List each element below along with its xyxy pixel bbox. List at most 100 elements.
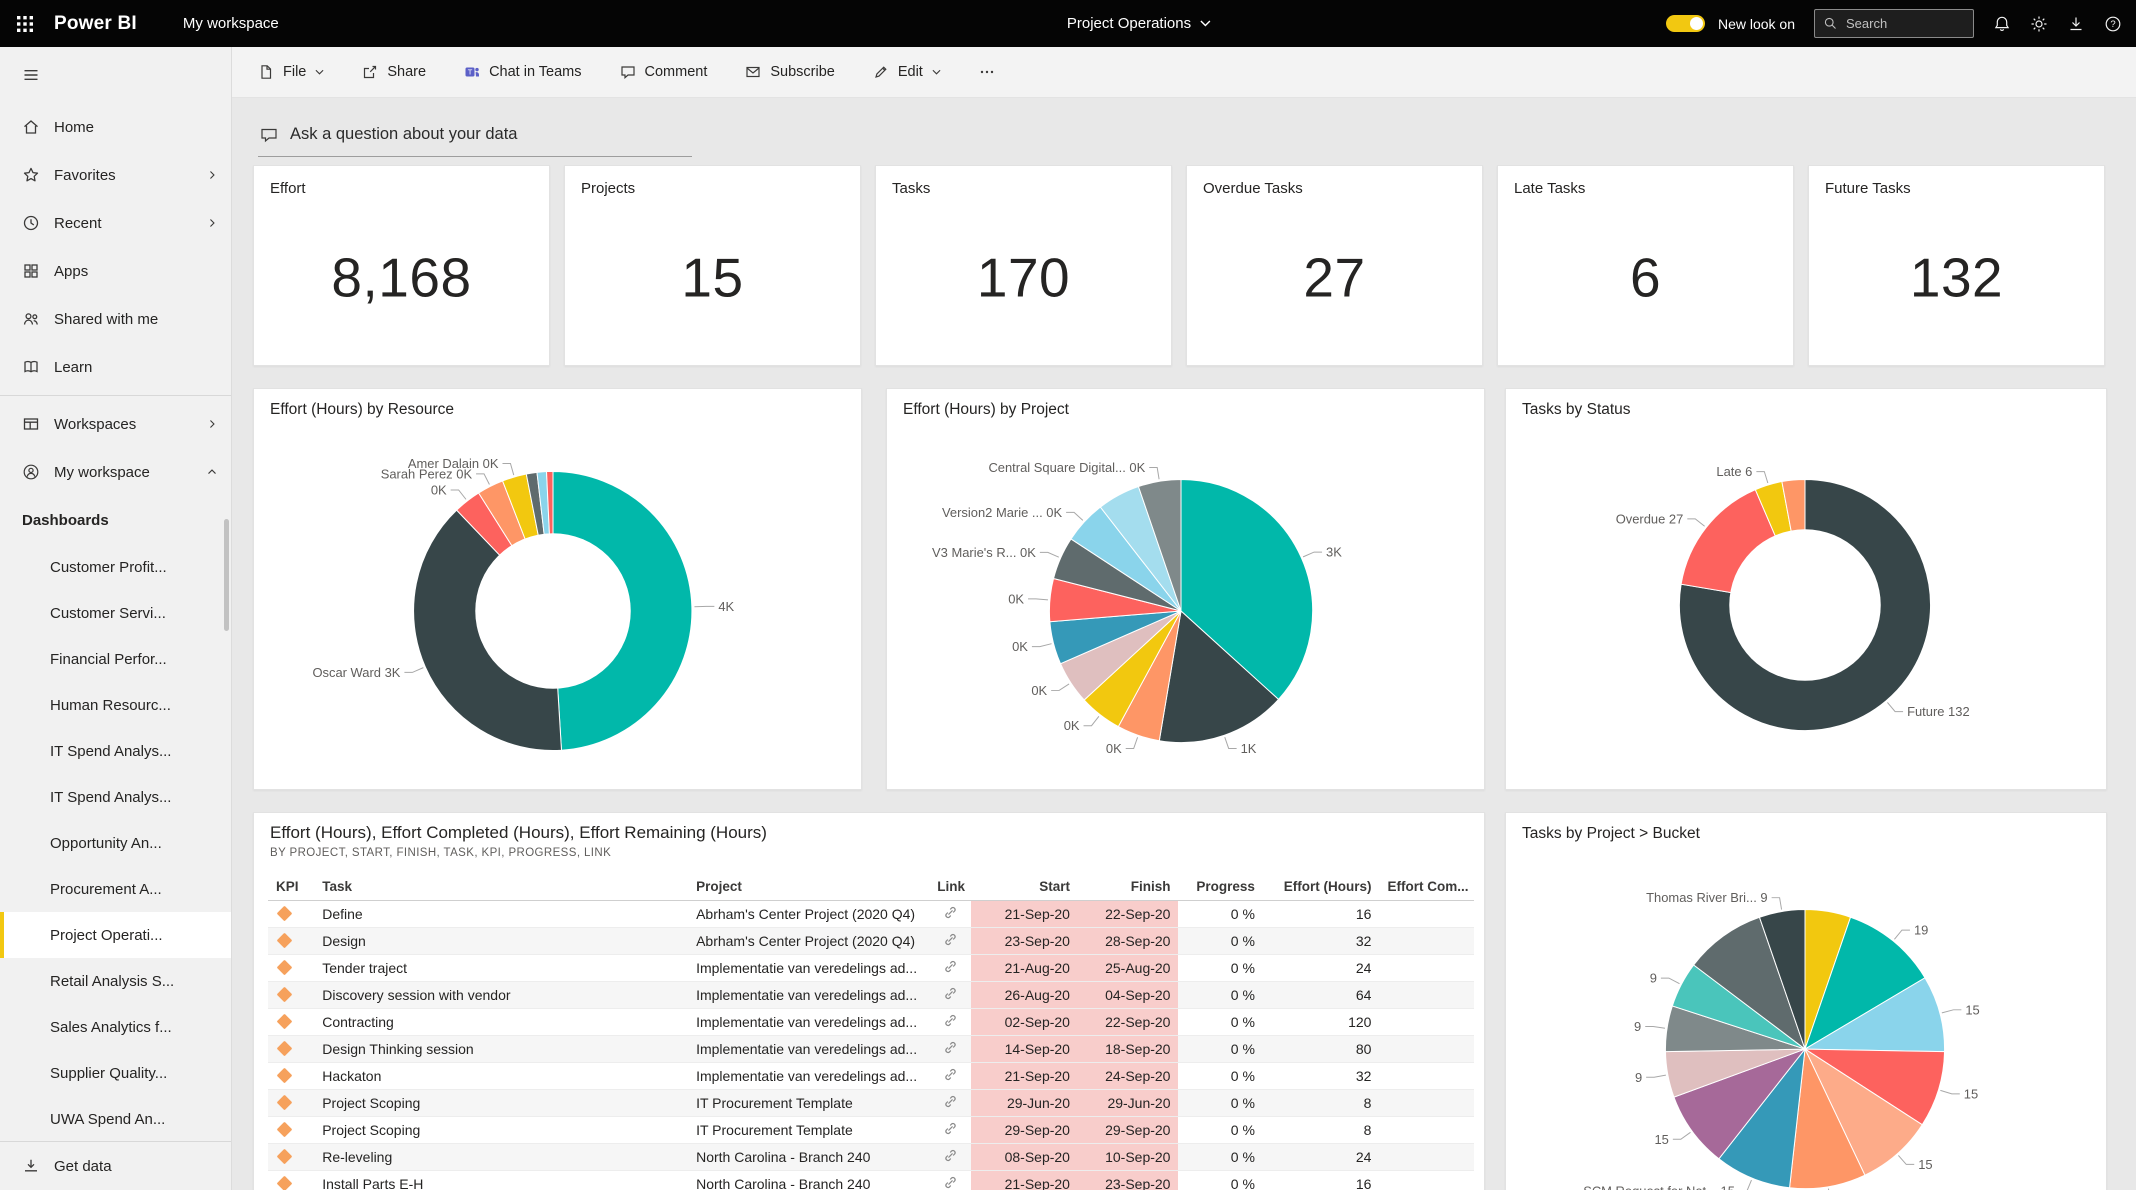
sidebar-dashboard-customer-servi[interactable]: Customer Servi...: [0, 590, 231, 636]
column-header-effort-hours[interactable]: Effort (Hours): [1263, 873, 1380, 901]
sidebar-dashboard-procurement-a[interactable]: Procurement A...: [0, 866, 231, 912]
help-icon[interactable]: ?: [2104, 15, 2122, 33]
report-title-dropdown[interactable]: Project Operations: [1067, 15, 1211, 32]
sidebar-item-favorites[interactable]: Favorites: [0, 151, 231, 199]
table-row[interactable]: Design Thinking sessionImplementatie van…: [268, 1036, 1474, 1063]
table-row[interactable]: Install Parts E-HNorth Carolina - Branch…: [268, 1171, 1474, 1190]
table-row[interactable]: DefineAbrham's Center Project (2020 Q4)2…: [268, 901, 1474, 928]
sidebar-dashboard-human-resourc[interactable]: Human Resourc...: [0, 682, 231, 728]
column-header-project[interactable]: Project: [688, 873, 929, 901]
app-title[interactable]: Power BI: [54, 13, 137, 35]
tile-effort-by-resource[interactable]: Effort (Hours) by Resource 4KOscar Ward …: [253, 388, 862, 790]
app-launcher-icon[interactable]: [0, 0, 50, 47]
dashboard-label: Opportunity An...: [50, 835, 162, 852]
table-row[interactable]: Project ScopingIT Procurement Template29…: [268, 1090, 1474, 1117]
pie-data-label: 19: [1914, 923, 1928, 938]
tile-effort-table[interactable]: Effort (Hours), Effort Completed (Hours)…: [253, 812, 1485, 1190]
book-icon: [22, 358, 40, 376]
column-header-finish[interactable]: Finish: [1078, 873, 1179, 901]
kpi-card-overdue-tasks[interactable]: Overdue Tasks27: [1186, 165, 1483, 366]
chevron-right-icon: [205, 216, 219, 230]
sidebar-item-my-workspace[interactable]: My workspace: [0, 448, 231, 496]
notifications-icon[interactable]: [1993, 15, 2011, 33]
sidebar-dashboard-customer-profit[interactable]: Customer Profit...: [0, 544, 231, 590]
sidebar-dashboard-financial-perfor[interactable]: Financial Perfor...: [0, 636, 231, 682]
cell-progress: 0 %: [1178, 1171, 1262, 1190]
column-header-link[interactable]: Link: [929, 873, 971, 901]
kpi-diamond-icon: [277, 933, 293, 949]
sidebar-dashboard-opportunity-an[interactable]: Opportunity An...: [0, 820, 231, 866]
chat-in-teams-button[interactable]: T Chat in Teams: [464, 64, 581, 80]
table-row[interactable]: Tender trajectImplementatie van veredeli…: [268, 955, 1474, 982]
sidebar-dashboard-supplier-quality[interactable]: Supplier Quality...: [0, 1050, 231, 1096]
kpi-card-late-tasks[interactable]: Late Tasks6: [1497, 165, 1794, 366]
sidebar-dashboard-retail-analysis-s[interactable]: Retail Analysis S...: [0, 958, 231, 1004]
search-input[interactable]: Search: [1814, 9, 1974, 38]
table-row[interactable]: Re-levelingNorth Carolina - Branch 24008…: [268, 1144, 1474, 1171]
chevron-down-icon: [315, 69, 324, 75]
download-icon[interactable]: [2067, 15, 2085, 33]
qna-input[interactable]: Ask a question about your data: [258, 119, 692, 157]
sidebar-item-recent[interactable]: Recent: [0, 199, 231, 247]
kpi-diamond-icon: [277, 906, 293, 922]
column-header-progress[interactable]: Progress: [1178, 873, 1262, 901]
new-look-toggle[interactable]: [1666, 15, 1705, 32]
label-leader-line: [404, 668, 423, 673]
workspace-name[interactable]: My workspace: [183, 15, 279, 32]
tile-effort-by-project[interactable]: Effort (Hours) by Project 3K1K0K0K0K0K0K…: [886, 388, 1485, 790]
column-header-effort-com[interactable]: Effort Com...: [1379, 873, 1474, 901]
share-button[interactable]: Share: [362, 64, 426, 80]
action-bar: File Share T Chat in Teams Comment Subsc…: [232, 47, 2136, 98]
dashboard-label: IT Spend Analys...: [50, 789, 171, 806]
cell-link: [929, 1171, 971, 1190]
sidebar-dashboard-uwa-spend-an[interactable]: UWA Spend An...: [0, 1096, 231, 1142]
tile-tasks-by-project-bucket[interactable]: Tasks by Project > Bucket 1915151515SCM …: [1505, 812, 2107, 1190]
file-menu[interactable]: File: [258, 64, 324, 80]
avatar-icon: [22, 463, 40, 481]
sidebar-dashboard-project-operati[interactable]: Project Operati...: [0, 912, 231, 958]
cell-project: IT Procurement Template: [688, 1117, 929, 1144]
sidebar-item-workspaces[interactable]: Workspaces: [0, 400, 231, 448]
table-row[interactable]: Project ScopingIT Procurement Template29…: [268, 1117, 1474, 1144]
sidebar-item-get-data[interactable]: Get data: [0, 1141, 231, 1190]
kpi-card-effort[interactable]: Effort8,168: [253, 165, 550, 366]
table-subtitle: BY PROJECT, START, FINISH, TASK, KPI, PR…: [270, 847, 611, 859]
sidebar-item-apps[interactable]: Apps: [0, 247, 231, 295]
sidebar-dashboard-it-spend-analys[interactable]: IT Spend Analys...: [0, 728, 231, 774]
kpi-card-projects[interactable]: Projects15: [564, 165, 861, 366]
sidebar-item-home[interactable]: Home: [0, 103, 231, 151]
column-header-kpi[interactable]: KPI: [268, 873, 314, 901]
pie-data-label: 15: [1964, 1086, 1978, 1101]
column-header-task[interactable]: Task: [314, 873, 688, 901]
nav-collapse-button[interactable]: [0, 47, 231, 103]
cell-effort-hours: 32: [1263, 1063, 1380, 1090]
subscribe-button[interactable]: Subscribe: [745, 64, 834, 80]
column-header-start[interactable]: Start: [971, 873, 1078, 901]
kpi-card-tasks[interactable]: Tasks170: [875, 165, 1172, 366]
table-row[interactable]: ContractingImplementatie van veredelings…: [268, 1009, 1474, 1036]
sidebar-dashboard-it-spend-analys[interactable]: IT Spend Analys...: [0, 774, 231, 820]
cell-start: 21-Sep-20: [971, 901, 1078, 928]
edit-button[interactable]: Edit: [873, 64, 941, 80]
label-leader-line: [1898, 1155, 1914, 1164]
table-row[interactable]: HackatonImplementatie van veredelings ad…: [268, 1063, 1474, 1090]
dashboards-list: Customer Profit...Customer Servi...Finan…: [0, 544, 231, 1142]
sidebar-item-shared-with-me[interactable]: Shared with me: [0, 295, 231, 343]
sidebar-scrollbar[interactable]: [224, 519, 229, 631]
more-options-button[interactable]: [979, 64, 995, 80]
cell-finish: 29-Sep-20: [1078, 1117, 1179, 1144]
cell-progress: 0 %: [1178, 1117, 1262, 1144]
comment-label: Comment: [645, 64, 708, 80]
settings-icon[interactable]: [2030, 15, 2048, 33]
kpi-card-future-tasks[interactable]: Future Tasks132: [1808, 165, 2105, 366]
sidebar-item-label: Workspaces: [54, 416, 136, 433]
comment-button[interactable]: Comment: [620, 64, 708, 80]
kpi-diamond-icon: [277, 1095, 293, 1111]
sidebar-dashboard-sales-analytics-f[interactable]: Sales Analytics f...: [0, 1004, 231, 1050]
sidebar-item-learn[interactable]: Learn: [0, 343, 231, 391]
cell-kpi: [268, 1090, 314, 1117]
table-row[interactable]: Discovery session with vendorImplementat…: [268, 982, 1474, 1009]
kpi-value: 6: [1498, 245, 1793, 309]
tile-tasks-by-status[interactable]: Tasks by Status Future 132Overdue 27Late…: [1505, 388, 2107, 790]
table-row[interactable]: DesignAbrham's Center Project (2020 Q4)2…: [268, 928, 1474, 955]
